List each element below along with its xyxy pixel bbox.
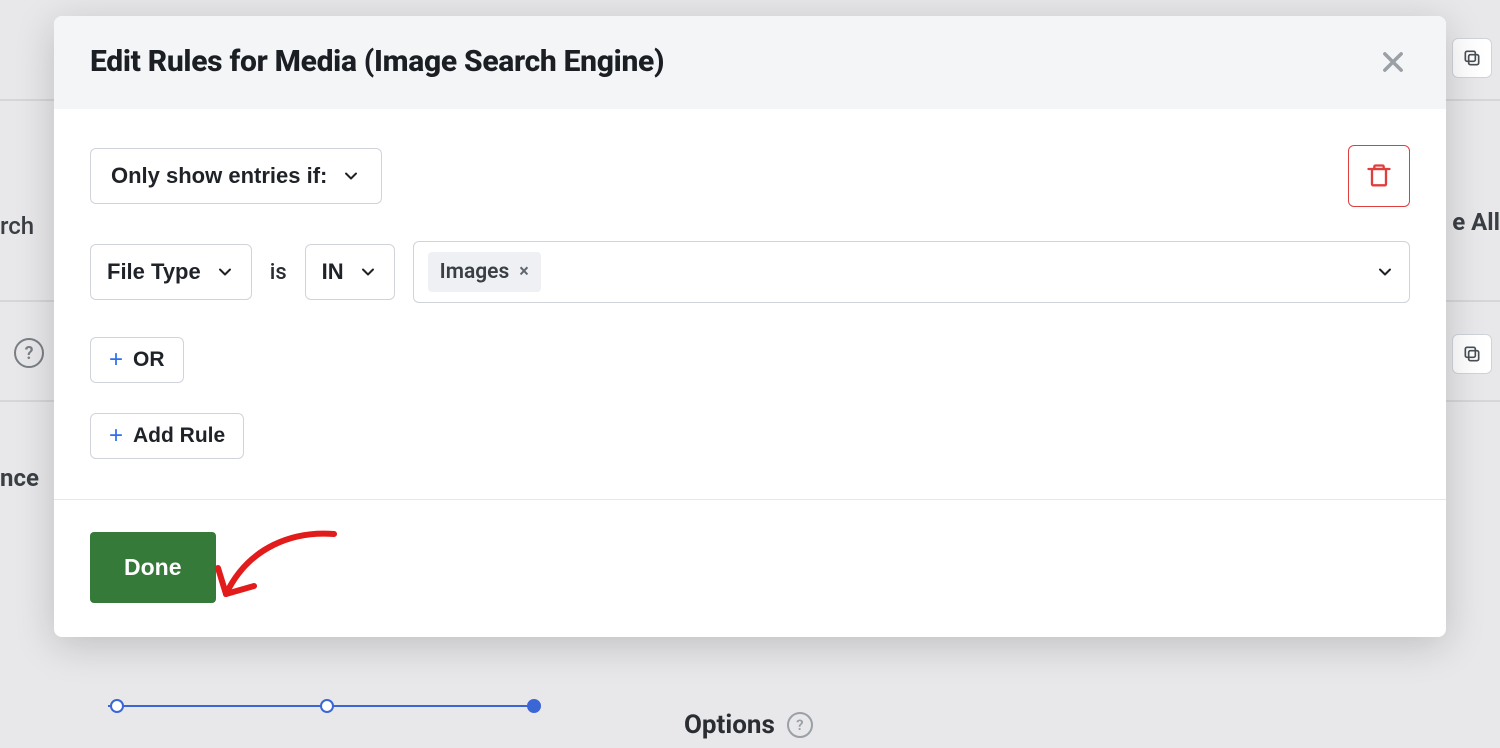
chevron-down-icon bbox=[358, 262, 378, 282]
modal-footer: Done bbox=[54, 499, 1446, 637]
close-icon bbox=[1379, 48, 1407, 76]
copy-icon bbox=[1462, 344, 1482, 364]
add-or-button[interactable]: + OR bbox=[90, 337, 184, 383]
chevron-down-icon bbox=[1375, 262, 1395, 282]
value-multiselect[interactable]: Images × bbox=[413, 241, 1410, 303]
plus-icon: + bbox=[109, 348, 123, 372]
close-button[interactable] bbox=[1376, 45, 1410, 79]
condition-row: Only show entries if: bbox=[90, 145, 1410, 207]
edit-rules-modal: Edit Rules for Media (Image Search Engin… bbox=[54, 16, 1446, 637]
options-label: Options bbox=[684, 710, 775, 740]
modal-title: Edit Rules for Media (Image Search Engin… bbox=[90, 44, 664, 79]
condition-label: Only show entries if: bbox=[111, 163, 327, 189]
field-value: File Type bbox=[107, 259, 201, 285]
connector-label: is bbox=[270, 260, 287, 285]
trash-icon bbox=[1365, 162, 1393, 190]
modal-header: Edit Rules for Media (Image Search Engin… bbox=[54, 16, 1446, 109]
tag-images: Images × bbox=[428, 252, 541, 292]
copy-button[interactable] bbox=[1452, 334, 1492, 374]
help-icon: ? bbox=[14, 338, 44, 368]
remove-tag-button[interactable]: × bbox=[519, 263, 529, 281]
progress-slider[interactable] bbox=[108, 698, 538, 714]
modal-body: Only show entries if: File Type is IN bbox=[54, 109, 1446, 499]
operator-value: IN bbox=[322, 259, 344, 285]
rule-row: File Type is IN Images × bbox=[90, 241, 1410, 303]
help-icon: ? bbox=[787, 712, 813, 738]
delete-rule-button[interactable] bbox=[1348, 145, 1410, 207]
bg-text-search: rch bbox=[0, 212, 34, 240]
bg-text-nce: nce bbox=[0, 464, 39, 492]
tag-list: Images × bbox=[428, 252, 541, 292]
bg-text-all: e All bbox=[1452, 208, 1500, 236]
add-rule-label: Add Rule bbox=[133, 424, 225, 448]
tag-label: Images bbox=[440, 260, 510, 284]
copy-button[interactable] bbox=[1452, 38, 1492, 78]
done-button[interactable]: Done bbox=[90, 532, 216, 603]
operator-select[interactable]: IN bbox=[305, 244, 395, 300]
condition-select[interactable]: Only show entries if: bbox=[90, 148, 382, 204]
slider-node[interactable] bbox=[110, 699, 124, 713]
copy-icon bbox=[1462, 48, 1482, 68]
chevron-down-icon bbox=[341, 166, 361, 186]
chevron-down-icon bbox=[215, 262, 235, 282]
field-select[interactable]: File Type bbox=[90, 244, 252, 300]
slider-node[interactable] bbox=[527, 699, 541, 713]
slider-node[interactable] bbox=[320, 699, 334, 713]
options-heading: Options ? bbox=[684, 710, 813, 740]
or-label: OR bbox=[133, 348, 165, 372]
add-rule-button[interactable]: + Add Rule bbox=[90, 413, 244, 459]
plus-icon: + bbox=[109, 424, 123, 448]
